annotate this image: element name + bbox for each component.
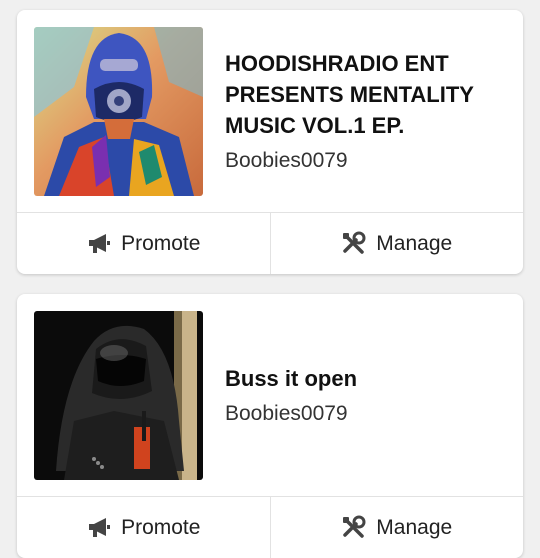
album-cover-photo xyxy=(34,311,203,480)
release-actions: Promote Manage xyxy=(17,497,523,558)
release-info[interactable]: HOODISHRADIO ENT PRESENTS MENTALITY MUSI… xyxy=(17,10,523,213)
album-cover[interactable] xyxy=(34,27,203,196)
megaphone-icon xyxy=(86,231,112,257)
megaphone-icon xyxy=(86,515,112,541)
release-title[interactable]: Buss it open xyxy=(225,363,509,394)
artist-name[interactable]: Boobies0079 xyxy=(225,147,509,175)
release-actions: Promote Manage xyxy=(17,213,523,274)
tools-icon xyxy=(341,515,367,541)
release-card: HOODISHRADIO ENT PRESENTS MENTALITY MUSI… xyxy=(17,10,523,274)
release-details: HOODISHRADIO ENT PRESENTS MENTALITY MUSI… xyxy=(225,10,509,212)
album-cover-art xyxy=(34,27,203,196)
manage-label: Manage xyxy=(376,515,453,539)
release-details: Buss it open Boobies0079 xyxy=(225,294,509,496)
promote-button[interactable]: Promote xyxy=(17,213,270,274)
promote-button[interactable]: Promote xyxy=(17,497,270,558)
release-title[interactable]: HOODISHRADIO ENT PRESENTS MENTALITY MUSI… xyxy=(225,48,509,141)
manage-button[interactable]: Manage xyxy=(269,497,524,558)
promote-label: Promote xyxy=(121,231,201,255)
release-card: Buss it open Boobies0079 Promote Manage xyxy=(17,294,523,558)
artist-name[interactable]: Boobies0079 xyxy=(225,400,509,428)
tools-icon xyxy=(341,231,367,257)
release-info[interactable]: Buss it open Boobies0079 xyxy=(17,294,523,497)
manage-button[interactable]: Manage xyxy=(269,213,524,274)
promote-label: Promote xyxy=(121,515,201,539)
manage-label: Manage xyxy=(376,231,453,255)
album-cover[interactable] xyxy=(34,311,203,480)
